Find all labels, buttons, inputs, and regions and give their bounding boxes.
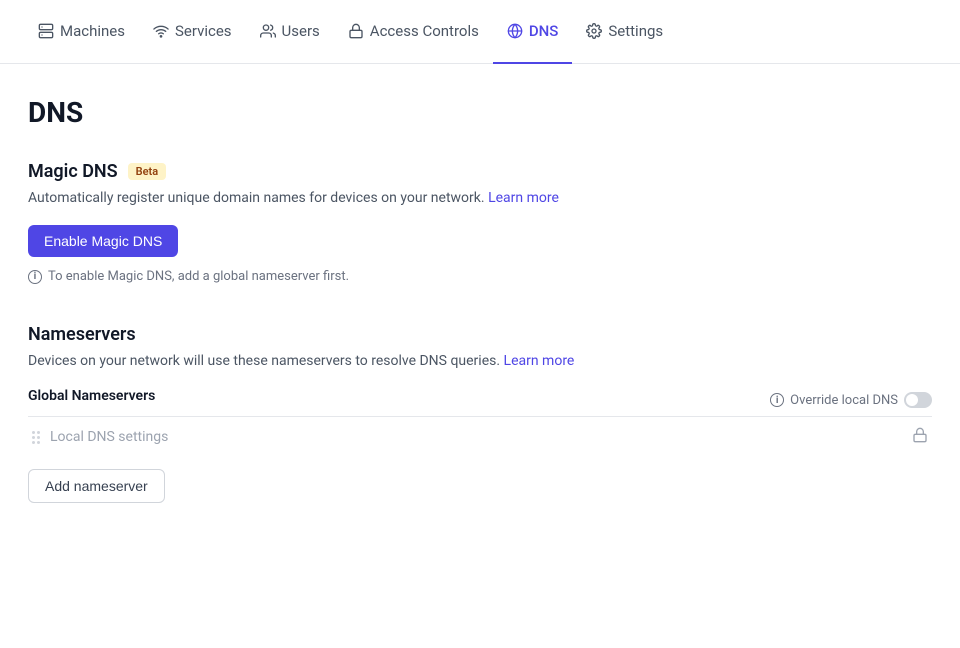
lock-icon: [348, 23, 364, 39]
add-nameserver-button[interactable]: Add nameserver: [28, 469, 165, 503]
info-icon: i: [28, 270, 42, 284]
drag-handle-icon[interactable]: [32, 431, 40, 444]
override-local-dns: i Override local DNS: [770, 392, 932, 408]
override-info-icon: i: [770, 393, 784, 407]
local-dns-placeholder: Local DNS settings: [50, 429, 168, 445]
nav-item-access-controls[interactable]: Access Controls: [334, 1, 493, 64]
main-content: DNS Magic DNS Beta Automatically registe…: [0, 64, 960, 648]
nav-label-machines: Machines: [60, 22, 125, 40]
nameservers-description: Devices on your network will use these n…: [28, 351, 932, 372]
global-ns-header: Global Nameservers i Override local DNS: [28, 388, 932, 412]
nav-item-settings[interactable]: Settings: [572, 1, 677, 64]
globe-icon: [507, 23, 523, 39]
enable-magic-dns-button[interactable]: Enable Magic DNS: [28, 225, 178, 257]
magic-dns-description: Automatically register unique domain nam…: [28, 188, 932, 209]
nameservers-header: Nameservers: [28, 324, 932, 345]
users-icon: [260, 23, 276, 39]
wifi-icon: [153, 23, 169, 39]
nav-label-settings: Settings: [608, 22, 663, 40]
nav-label-services: Services: [175, 22, 232, 40]
nav-item-users[interactable]: Users: [246, 1, 334, 64]
magic-dns-section: Magic DNS Beta Automatically register un…: [28, 161, 932, 284]
magic-dns-header: Magic DNS Beta: [28, 161, 932, 182]
server-icon: [38, 23, 54, 39]
settings-icon: [586, 23, 602, 39]
nameservers-learn-more[interactable]: Learn more: [504, 353, 575, 369]
global-ns-label: Global Nameservers: [28, 388, 155, 404]
override-toggle[interactable]: [904, 392, 932, 408]
magic-dns-learn-more[interactable]: Learn more: [488, 190, 559, 206]
nameservers-title: Nameservers: [28, 324, 136, 345]
magic-dns-info-note: i To enable Magic DNS, add a global name…: [28, 269, 932, 284]
magic-dns-title: Magic DNS: [28, 161, 118, 182]
nav-label-users: Users: [282, 22, 320, 40]
ns-row-left: Local DNS settings: [32, 429, 168, 445]
nav-item-dns[interactable]: DNS: [493, 1, 573, 64]
nav-label-dns: DNS: [529, 22, 559, 40]
top-nav: Machines Services: [0, 0, 960, 64]
beta-badge: Beta: [128, 163, 167, 180]
lock-icon: [912, 427, 928, 447]
nameserver-row: Local DNS settings: [28, 416, 932, 457]
nameservers-section: Nameservers Devices on your network will…: [28, 324, 932, 503]
page-title: DNS: [28, 96, 932, 129]
nav-item-services[interactable]: Services: [139, 1, 246, 64]
nav-label-access-controls: Access Controls: [370, 22, 479, 40]
nav-item-machines[interactable]: Machines: [24, 1, 139, 64]
